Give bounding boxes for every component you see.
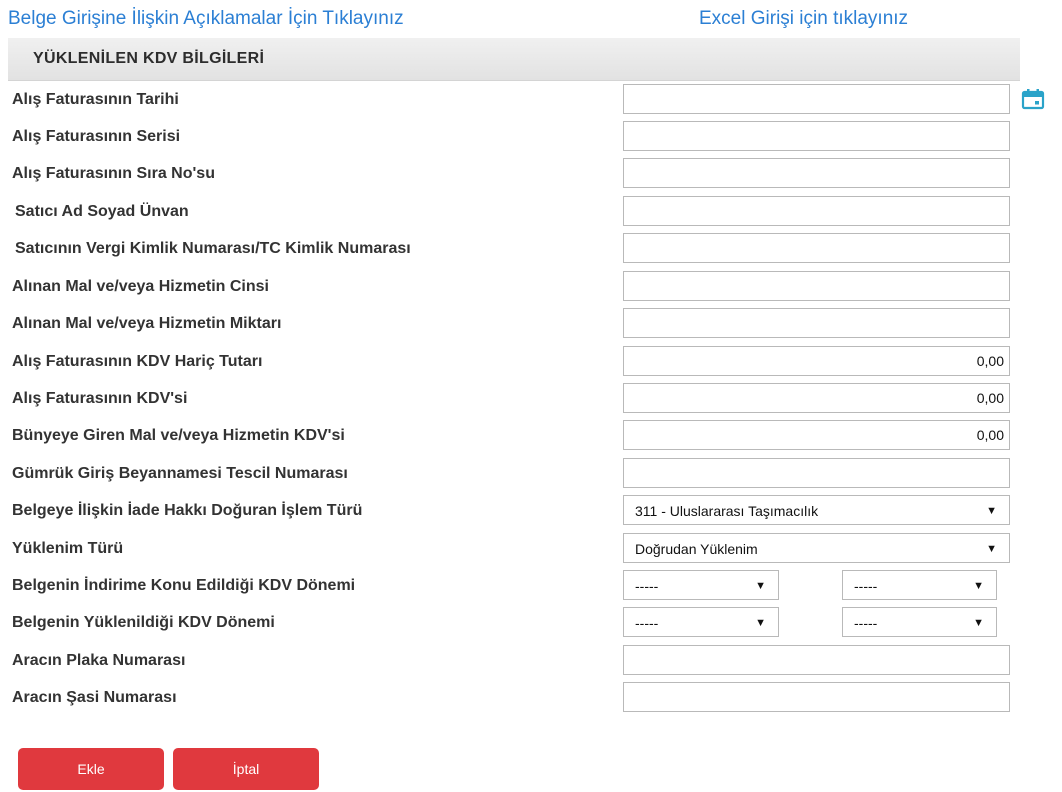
- chevron-down-icon: ▼: [973, 580, 984, 592]
- cancel-button[interactable]: İptal: [173, 748, 319, 790]
- section-title: YÜKLENİLEN KDV BİLGİLERİ: [33, 50, 265, 67]
- chevron-down-icon: ▼: [986, 505, 997, 517]
- chassis-number-input[interactable]: [623, 682, 1010, 712]
- section-header: YÜKLENİLEN KDV BİLGİLERİ: [8, 38, 1020, 81]
- add-button[interactable]: Ekle: [18, 748, 164, 790]
- goods-type-label: Alınan Mal ve/veya Hizmetin Cinsi: [12, 278, 269, 295]
- goods-type-input[interactable]: [623, 271, 1010, 301]
- invoice-number-label: Alış Faturasının Sıra No'su: [12, 165, 215, 182]
- form-row-amount-excl-vat: Alış Faturasının KDV Hariç Tutarı: [0, 346, 1062, 378]
- invoice-vat-label: Alış Faturasının KDV'si: [12, 390, 188, 407]
- refund-transaction-type-label: Belgeye İlişkin İade Hakkı Doğuran İşlem…: [12, 502, 363, 519]
- deduction-period-label: Belgenin İndirime Konu Edildiği KDV Döne…: [12, 577, 356, 594]
- plate-number-input[interactable]: [623, 645, 1010, 675]
- deduction-period-year-value: -----: [854, 578, 878, 594]
- invoice-number-input[interactable]: [623, 158, 1010, 188]
- deduction-period-year-select[interactable]: ----- ▼: [842, 570, 997, 600]
- form-row-plate-number: Aracın Plaka Numarası: [0, 645, 1062, 677]
- incurred-period-month-select[interactable]: ----- ▼: [623, 607, 779, 637]
- top-links: Belge Girişine İlişkin Açıklamalar İçin …: [0, 0, 1062, 38]
- form-row-refund-transaction-type: Belgeye İlişkin İade Hakkı Doğuran İşlem…: [0, 495, 1062, 527]
- form-row-seller-name: Satıcı Ad Soyad Ünvan: [0, 196, 1062, 228]
- seller-name-label: Satıcı Ad Soyad Ünvan: [15, 203, 189, 220]
- invoice-series-input[interactable]: [623, 121, 1010, 151]
- deduction-period-month-value: -----: [635, 578, 659, 594]
- incurred-type-select[interactable]: Doğrudan Yüklenim ▼: [623, 533, 1010, 563]
- excel-entry-link[interactable]: Excel Girişi için tıklayınız: [699, 8, 908, 30]
- customs-declaration-label: Gümrük Giriş Beyannamesi Tescil Numarası: [12, 465, 348, 482]
- incurred-period-month-value: -----: [635, 615, 659, 631]
- form-row-included-vat: Bünyeye Giren Mal ve/veya Hizmetin KDV's…: [0, 420, 1062, 452]
- chevron-down-icon: ▼: [755, 580, 766, 592]
- chevron-down-icon: ▼: [986, 543, 997, 555]
- incurred-period-year-select[interactable]: ----- ▼: [842, 607, 997, 637]
- customs-declaration-input[interactable]: [623, 458, 1010, 488]
- form-row-chassis-number: Aracın Şasi Numarası: [0, 682, 1062, 714]
- form-row-customs-declaration: Gümrük Giriş Beyannamesi Tescil Numarası: [0, 458, 1062, 490]
- seller-tax-id-input[interactable]: [623, 233, 1010, 263]
- form-row-invoice-vat: Alış Faturasının KDV'si: [0, 383, 1062, 415]
- incurred-type-label: Yüklenim Türü: [12, 540, 124, 557]
- form-row-incurred-period: Belgenin Yüklenildiği KDV Dönemi ----- ▼…: [0, 607, 1062, 639]
- included-vat-label: Bünyeye Giren Mal ve/veya Hizmetin KDV's…: [12, 427, 345, 444]
- description-link[interactable]: Belge Girişine İlişkin Açıklamalar İçin …: [8, 8, 404, 30]
- incurred-period-year-value: -----: [854, 615, 878, 631]
- form-row-goods-quantity: Alınan Mal ve/veya Hizmetin Miktarı: [0, 308, 1062, 340]
- amount-excl-vat-input[interactable]: [623, 346, 1010, 376]
- refund-transaction-type-select[interactable]: 311 - Uluslararası Taşımacılık ▼: [623, 495, 1010, 525]
- seller-tax-id-label: Satıcının Vergi Kimlik Numarası/TC Kimli…: [15, 240, 411, 257]
- goods-quantity-input[interactable]: [623, 308, 1010, 338]
- chevron-down-icon: ▼: [973, 617, 984, 629]
- calendar-icon[interactable]: [1021, 88, 1045, 110]
- included-vat-input[interactable]: [623, 420, 1010, 450]
- form-row-invoice-number: Alış Faturasının Sıra No'su: [0, 158, 1062, 190]
- goods-quantity-label: Alınan Mal ve/veya Hizmetin Miktarı: [12, 315, 282, 332]
- form-row-invoice-date: Alış Faturasının Tarihi: [0, 84, 1062, 116]
- amount-excl-vat-label: Alış Faturasının KDV Hariç Tutarı: [12, 353, 263, 370]
- form-row-seller-tax-id: Satıcının Vergi Kimlik Numarası/TC Kimli…: [0, 233, 1062, 265]
- form-row-goods-type: Alınan Mal ve/veya Hizmetin Cinsi: [0, 271, 1062, 303]
- invoice-date-label: Alış Faturasının Tarihi: [12, 91, 179, 108]
- form-row-invoice-series: Alış Faturasının Serisi: [0, 121, 1062, 153]
- invoice-vat-input[interactable]: [623, 383, 1010, 413]
- form-row-deduction-period: Belgenin İndirime Konu Edildiği KDV Döne…: [0, 570, 1062, 602]
- chevron-down-icon: ▼: [755, 617, 766, 629]
- plate-number-label: Aracın Plaka Numarası: [12, 652, 186, 669]
- invoice-date-input[interactable]: [623, 84, 1010, 114]
- form-row-incurred-type: Yüklenim Türü Doğrudan Yüklenim ▼: [0, 533, 1062, 565]
- incurred-period-label: Belgenin Yüklenildiği KDV Dönemi: [12, 614, 275, 631]
- deduction-period-month-select[interactable]: ----- ▼: [623, 570, 779, 600]
- invoice-series-label: Alış Faturasının Serisi: [12, 128, 181, 145]
- seller-name-input[interactable]: [623, 196, 1010, 226]
- refund-transaction-type-value: 311 - Uluslararası Taşımacılık: [635, 503, 819, 519]
- incurred-type-value: Doğrudan Yüklenim: [635, 541, 758, 557]
- chassis-number-label: Aracın Şasi Numarası: [12, 689, 177, 706]
